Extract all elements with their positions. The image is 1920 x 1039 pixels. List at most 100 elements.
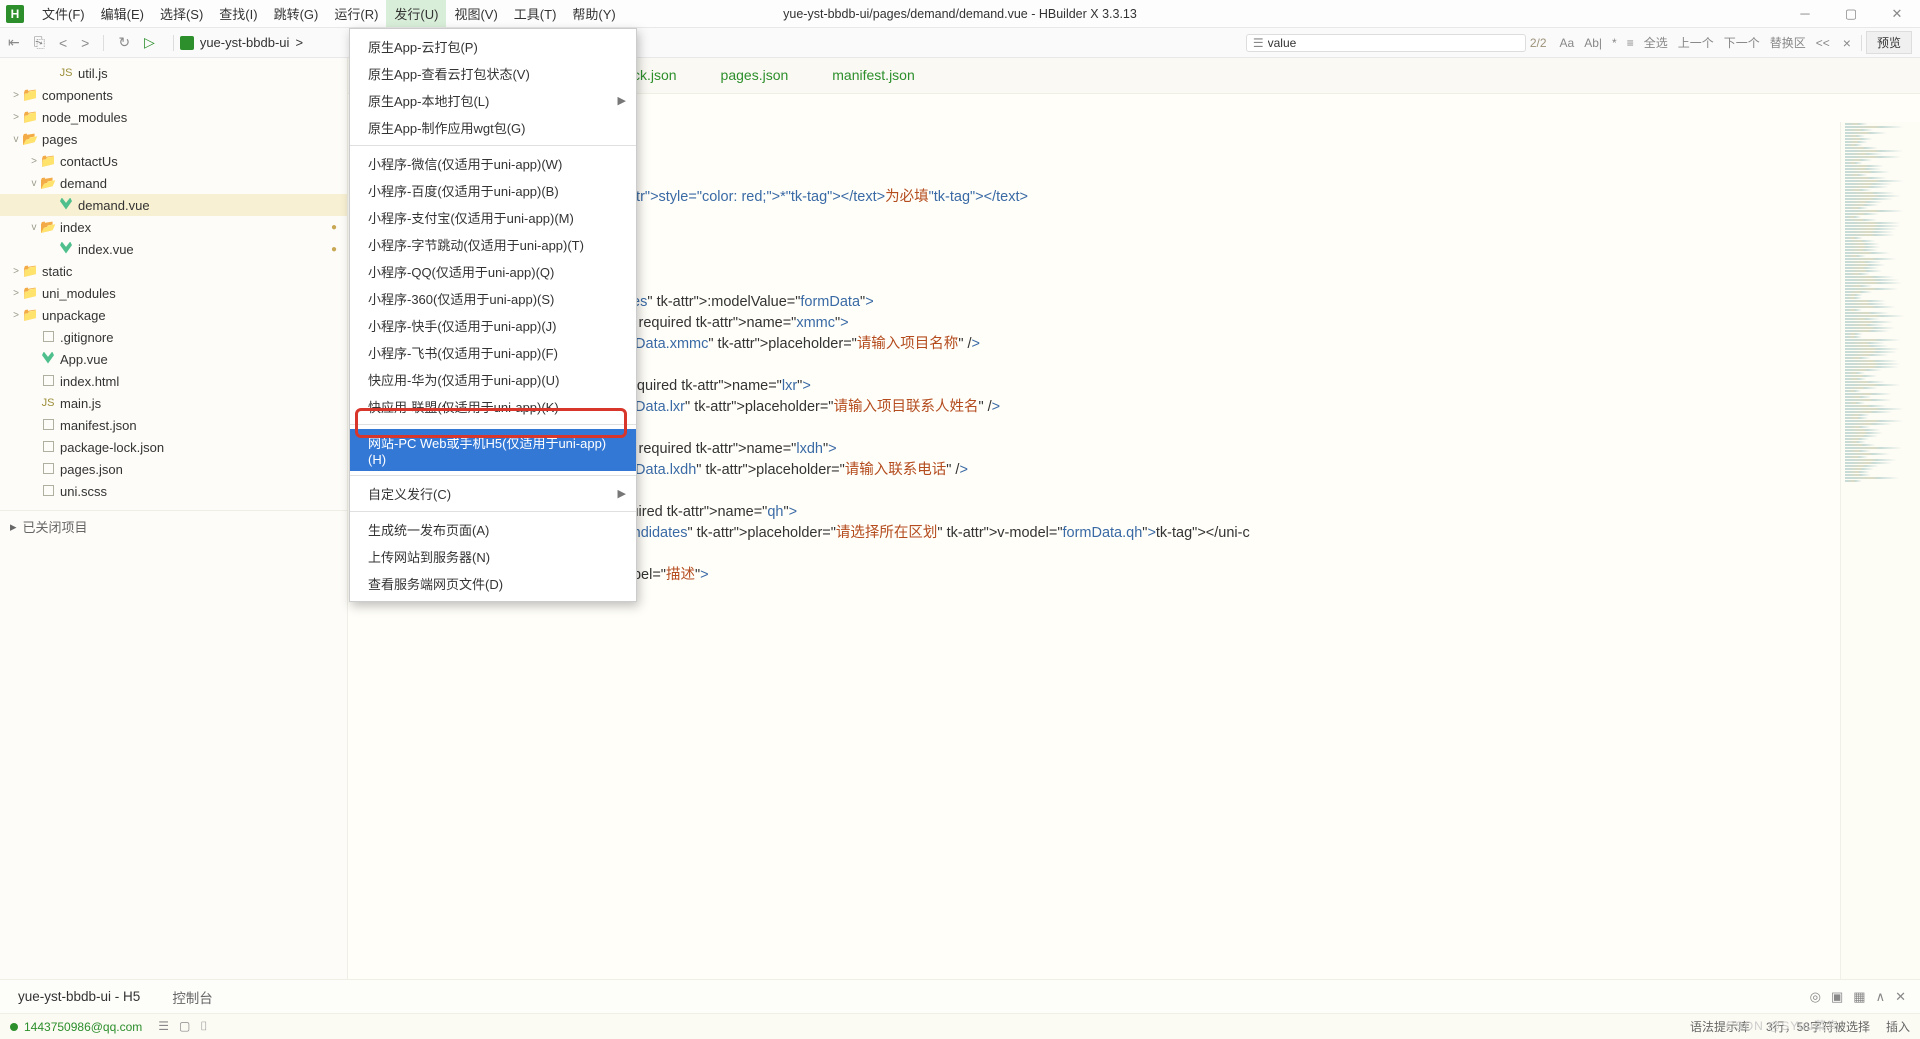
console-close-icon[interactable]: ✕ <box>1895 989 1906 1005</box>
tree-item[interactable]: package-lock.json <box>0 436 347 458</box>
tree-item[interactable]: >📁components <box>0 84 347 106</box>
refresh-icon[interactable]: ↻ <box>118 34 130 51</box>
menu-编辑(E)[interactable]: 编辑(E) <box>93 0 152 27</box>
search-prev[interactable]: 上一个 <box>1675 34 1717 51</box>
tree-item[interactable]: demand.vue <box>0 194 347 216</box>
vue-icon <box>58 242 74 257</box>
menu-选择(S)[interactable]: 选择(S) <box>152 0 211 27</box>
filter-icon[interactable]: ☰ <box>1253 36 1264 50</box>
menu-文件(F)[interactable]: 文件(F) <box>34 0 93 27</box>
console-up-icon[interactable]: ∧ <box>1876 989 1886 1005</box>
tree-label: package-lock.json <box>60 440 164 455</box>
tree-item[interactable]: >📁static <box>0 260 347 282</box>
collapse-icon[interactable]: ⇤ <box>8 34 20 51</box>
menu-发行(U)[interactable]: 发行(U) <box>386 0 446 27</box>
maximize-button[interactable]: ▢ <box>1828 0 1874 28</box>
menu-查找(I)[interactable]: 查找(I) <box>211 0 265 27</box>
menu-bar: H 文件(F)编辑(E)选择(S)查找(I)跳转(G)运行(R)发行(U)视图(… <box>0 0 1920 28</box>
console-stop-icon[interactable]: ▣ <box>1831 989 1843 1005</box>
tree-item[interactable]: v📂index● <box>0 216 347 238</box>
search-select-all[interactable]: 全选 <box>1641 34 1671 51</box>
search-opt-word[interactable]: Ab| <box>1581 36 1605 50</box>
console-bar: yue-yst-bbdb-ui - H5 控制台 ◎ ▣ ▦ ∧ ✕ <box>0 979 1920 1013</box>
search-input[interactable] <box>1268 36 1519 50</box>
tree-item[interactable]: .gitignore <box>0 326 347 348</box>
dropdown-item[interactable]: 小程序-360(仅适用于uni-app)(S) <box>350 285 636 312</box>
dropdown-item[interactable]: 快应用-华为(仅适用于uni-app)(U) <box>350 366 636 393</box>
tree-item[interactable]: pages.json <box>0 458 347 480</box>
tree-item[interactable]: index.vue● <box>0 238 347 260</box>
status-user[interactable]: 1443750986@qq.com <box>24 1020 142 1034</box>
dropdown-item[interactable]: 小程序-支付宝(仅适用于uni-app)(M) <box>350 204 636 231</box>
tree-item[interactable]: JSmain.js <box>0 392 347 414</box>
console-tab[interactable]: 控制台 <box>168 981 217 1013</box>
menu-视图(V)[interactable]: 视图(V) <box>446 0 505 27</box>
search-arrows[interactable]: << <box>1813 36 1833 50</box>
editor-tab[interactable]: manifest.json <box>812 59 934 93</box>
dropdown-item[interactable]: 网站-PC Web或手机H5(仅适用于uni-app)(H) <box>350 429 636 471</box>
minimize-button[interactable]: ─ <box>1782 0 1828 28</box>
console-target-icon[interactable]: ◎ <box>1810 989 1821 1005</box>
search-replace-area[interactable]: 替换区 <box>1767 34 1809 51</box>
nav-forward-icon[interactable]: > <box>81 35 89 51</box>
tree-item[interactable]: manifest.json <box>0 414 347 436</box>
minimap[interactable] <box>1840 122 1920 979</box>
close-button[interactable]: ✕ <box>1874 0 1920 28</box>
tree-item[interactable]: App.vue <box>0 348 347 370</box>
tree-label: pages <box>42 132 77 147</box>
tree-label: demand <box>60 176 107 191</box>
menu-跳转(G)[interactable]: 跳转(G) <box>266 0 327 27</box>
run-icon[interactable]: ▷ <box>144 34 155 51</box>
dropdown-item[interactable]: 小程序-百度(仅适用于uni-app)(B) <box>350 177 636 204</box>
preview-button[interactable]: 预览 <box>1866 31 1912 54</box>
tree-item[interactable]: uni.scss <box>0 480 347 502</box>
menu-帮助(Y)[interactable]: 帮助(Y) <box>564 0 623 27</box>
search-box[interactable]: ☰ <box>1246 34 1526 52</box>
tree-item[interactable]: >📁contactUs <box>0 150 347 172</box>
tree-item[interactable]: v📂demand <box>0 172 347 194</box>
editor-tab[interactable]: pages.json <box>701 59 809 93</box>
status-insert-mode[interactable]: 插入 <box>1886 1018 1910 1035</box>
tree-item[interactable]: index.html <box>0 370 347 392</box>
dropdown-item[interactable]: 自定义发行(C)▶ <box>350 480 636 507</box>
file-explorer[interactable]: JSutil.js>📁components>📁node_modulesv📂pag… <box>0 58 348 979</box>
search-opt-lines[interactable]: ≡ <box>1624 36 1637 50</box>
search-next[interactable]: 下一个 <box>1721 34 1763 51</box>
status-box-icon[interactable]: ▢ <box>179 1019 190 1034</box>
dropdown-item[interactable]: 小程序-QQ(仅适用于uni-app)(Q) <box>350 258 636 285</box>
nav-back-icon[interactable]: < <box>59 35 67 51</box>
dropdown-item[interactable]: 原生App-本地打包(L)▶ <box>350 87 636 114</box>
tree-item[interactable]: >📁node_modules <box>0 106 347 128</box>
menu-工具(T)[interactable]: 工具(T) <box>506 0 565 27</box>
tree-item[interactable]: v📂pages <box>0 128 347 150</box>
dropdown-item[interactable]: 小程序-快手(仅适用于uni-app)(J) <box>350 312 636 339</box>
menu-运行(R)[interactable]: 运行(R) <box>326 0 386 27</box>
console-tab[interactable]: yue-yst-bbdb-ui - H5 <box>14 983 144 1010</box>
dropdown-item[interactable]: 小程序-微信(仅适用于uni-app)(W) <box>350 150 636 177</box>
open-file-icon[interactable]: ⎘ <box>34 34 45 51</box>
dropdown-item[interactable]: 生成统一发布页面(A) <box>350 516 636 543</box>
dropdown-item[interactable]: 原生App-制作应用wgt包(G) <box>350 114 636 141</box>
closed-projects[interactable]: ▸已关闭项目 <box>0 510 347 542</box>
console-picture-icon[interactable]: ▦ <box>1853 989 1865 1005</box>
search-opt-case[interactable]: Aa <box>1557 36 1578 50</box>
dropdown-item[interactable]: 小程序-字节跳动(仅适用于uni-app)(T) <box>350 231 636 258</box>
status-terminal-icon[interactable]: ⌷ <box>200 1019 207 1034</box>
publish-dropdown: 原生App-云打包(P)原生App-查看云打包状态(V)原生App-本地打包(L… <box>349 28 637 602</box>
chevron-right-icon: > <box>295 35 303 50</box>
dropdown-item[interactable]: 查看服务端网页文件(D) <box>350 570 636 597</box>
window-controls: ─ ▢ ✕ <box>1782 0 1920 28</box>
status-list-icon[interactable]: ☰ <box>158 1019 169 1034</box>
dropdown-item[interactable]: 原生App-查看云打包状态(V) <box>350 60 636 87</box>
search-opt-regex[interactable]: * <box>1609 36 1620 50</box>
tree-item[interactable]: >📁uni_modules <box>0 282 347 304</box>
dropdown-item[interactable]: 原生App-云打包(P) <box>350 33 636 60</box>
dropdown-item[interactable]: 小程序-飞书(仅适用于uni-app)(F) <box>350 339 636 366</box>
file-icon <box>40 440 56 455</box>
breadcrumb[interactable]: yue-yst-bbdb-ui > <box>173 35 303 51</box>
dropdown-item[interactable]: 上传网站到服务器(N) <box>350 543 636 570</box>
dropdown-item[interactable]: 快应用-联盟(仅适用于uni-app)(K) <box>350 393 636 420</box>
tree-item[interactable]: JSutil.js <box>0 62 347 84</box>
tree-item[interactable]: >📁unpackage <box>0 304 347 326</box>
search-close[interactable]: × <box>1837 35 1857 51</box>
